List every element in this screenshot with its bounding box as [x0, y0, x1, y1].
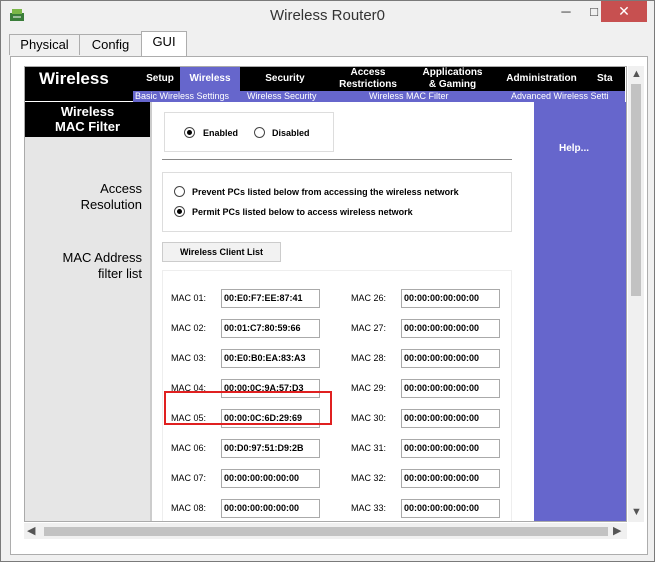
mac-input-left[interactable]: 00:00:00:00:00:00 [221, 469, 320, 488]
nav-status[interactable]: Sta [597, 67, 626, 91]
tab-physical[interactable]: Physical [9, 34, 80, 55]
title-bar: Wireless Router0 ─ □ ✕ [1, 1, 654, 31]
nav-setup[interactable]: Setup [140, 67, 180, 91]
prevent-label: Prevent PCs listed below from accessing … [192, 187, 459, 197]
nav-security-label: Security [265, 73, 305, 84]
main-content: Enabled Disabled Prevent PCs listed belo… [150, 102, 531, 521]
mac-input-right[interactable]: 00:00:00:00:00:00 [401, 379, 500, 398]
nav-security[interactable]: Security [255, 67, 315, 91]
horizontal-scroll-thumb[interactable] [44, 527, 608, 536]
horizontal-scrollbar[interactable]: ◀ ▶ [24, 523, 627, 539]
mac-filter-list-label: MAC Address filter list [62, 250, 142, 281]
scroll-right-icon[interactable]: ▶ [613, 524, 621, 537]
mac-label-left: MAC 07: [171, 473, 207, 483]
mac-label-right: MAC 27: [351, 323, 387, 333]
mac-label-left: MAC 02: [171, 323, 207, 333]
enabled-radio[interactable] [184, 127, 195, 138]
access-resolution-box: Prevent PCs listed below from accessing … [162, 172, 512, 232]
enabled-label: Enabled [203, 128, 239, 138]
close-button[interactable]: ✕ [601, 1, 647, 22]
mac-input-left[interactable]: 00:D0:97:51:D9:2B [221, 439, 320, 458]
mac-label-right: MAC 30: [351, 413, 387, 423]
mac-input-right[interactable]: 00:00:00:00:00:00 [401, 469, 500, 488]
divider [162, 159, 512, 160]
mac-input-right[interactable]: 00:00:00:00:00:00 [401, 439, 500, 458]
mac-label-left: MAC 03: [171, 353, 207, 363]
subnav-advanced-wireless[interactable]: Advanced Wireless Setti [511, 91, 609, 102]
nav-access-restrictions[interactable]: Access Restrictions [333, 67, 403, 91]
mac-input-left[interactable]: 00:E0:F7:EE:87:41 [221, 289, 320, 308]
nav-administration[interactable]: Administration [499, 67, 584, 91]
help-column: Help... [531, 102, 626, 521]
router-window: Wireless Router0 ─ □ ✕ Physical Config G… [0, 0, 655, 562]
scroll-left-icon[interactable]: ◀ [27, 524, 35, 537]
mac-label-left: MAC 01: [171, 293, 207, 303]
permit-label: Permit PCs listed below to access wirele… [192, 207, 413, 217]
permit-radio[interactable] [174, 206, 185, 217]
mac-label-left: MAC 06: [171, 443, 207, 453]
mac-input-right[interactable]: 00:00:00:00:00:00 [401, 409, 500, 428]
mac-input-right[interactable]: 00:00:00:00:00:00 [401, 499, 500, 518]
help-link[interactable]: Help... [559, 143, 589, 154]
tab-gui[interactable]: GUI [141, 31, 187, 56]
page-brand: Wireless [39, 69, 109, 88]
subnav-wireless-security[interactable]: Wireless Security [247, 91, 317, 102]
section-title: Wireless MAC Filter [25, 102, 150, 137]
mac-label-right: MAC 29: [351, 383, 387, 393]
scroll-down-icon[interactable]: ▼ [631, 506, 642, 518]
mac-label-right: MAC 31: [351, 443, 387, 453]
mac-input-left[interactable]: 00:01:C7:80:59:66 [221, 319, 320, 338]
router-web-page: Wireless Setup Wireless Security Access R… [24, 66, 627, 522]
disabled-label: Disabled [272, 128, 310, 138]
vertical-scroll-thumb[interactable] [631, 84, 641, 296]
minimize-button[interactable]: ─ [552, 1, 580, 22]
filter-toggle-box: Enabled Disabled [164, 112, 334, 152]
mac-input-right[interactable]: 00:00:00:00:00:00 [401, 349, 500, 368]
mac-input-left[interactable]: 00:E0:B0:EA:83:A3 [221, 349, 320, 368]
access-resolution-label: Access Resolution [80, 181, 142, 212]
mac-input-right[interactable]: 00:00:00:00:00:00 [401, 319, 500, 338]
vertical-scrollbar[interactable]: ▲ ▼ [628, 66, 644, 522]
left-column: Wireless MAC Filter Access Resolution MAC … [25, 102, 150, 521]
disabled-radio[interactable] [254, 127, 265, 138]
subnav-wireless-mac-filter[interactable]: Wireless MAC Filter [369, 91, 449, 102]
mac-label-right: MAC 26: [351, 293, 387, 303]
mac-label-right: MAC 28: [351, 353, 387, 363]
scroll-up-icon[interactable]: ▲ [631, 68, 642, 80]
tab-config[interactable]: Config [79, 34, 142, 55]
mac-label-right: MAC 32: [351, 473, 387, 483]
prevent-radio[interactable] [174, 186, 185, 197]
nav-wireless[interactable]: Wireless [180, 67, 240, 91]
mac-input-left[interactable]: 00:00:00:00:00:00 [221, 499, 320, 518]
gui-panel: Wireless Setup Wireless Security Access R… [10, 56, 648, 555]
mac-input-right[interactable]: 00:00:00:00:00:00 [401, 289, 500, 308]
mac-label-right: MAC 33: [351, 503, 387, 513]
nav-applications-gaming[interactable]: Applications & Gaming [415, 67, 490, 91]
wireless-client-list-button[interactable]: Wireless Client List [162, 242, 281, 262]
mac-label-left: MAC 08: [171, 503, 207, 513]
subnav-basic-wireless[interactable]: Basic Wireless Settings [135, 91, 229, 102]
top-nav: Wireless Setup Wireless Security Access R… [25, 67, 626, 102]
mac-06-highlight [164, 391, 332, 425]
sub-nav: Basic Wireless Settings Wireless Securit… [133, 91, 625, 102]
